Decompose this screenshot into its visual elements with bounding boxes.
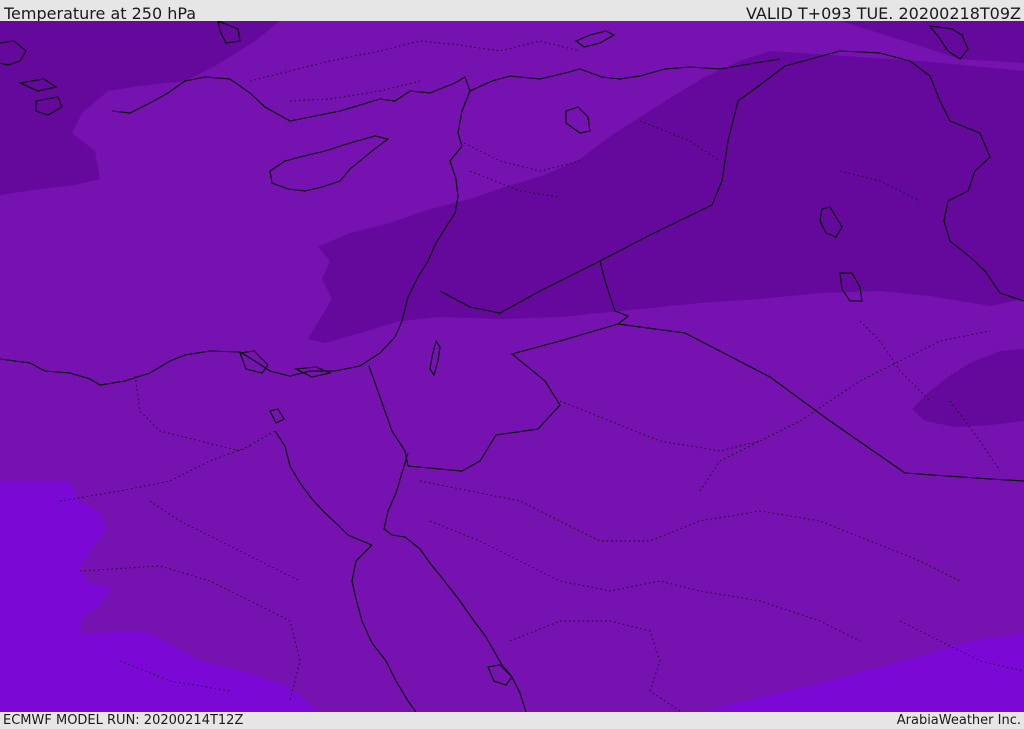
credit-label: ArabiaWeather Inc. <box>896 713 1021 728</box>
map-figure: Temperature at 250 hPa VALID T+093 TUE. … <box>0 0 1024 729</box>
weather-map <box>0 21 1024 712</box>
model-run-label: ECMWF MODEL RUN: 20200214T12Z <box>3 713 244 728</box>
header-bar: Temperature at 250 hPa VALID T+093 TUE. … <box>0 0 1024 23</box>
